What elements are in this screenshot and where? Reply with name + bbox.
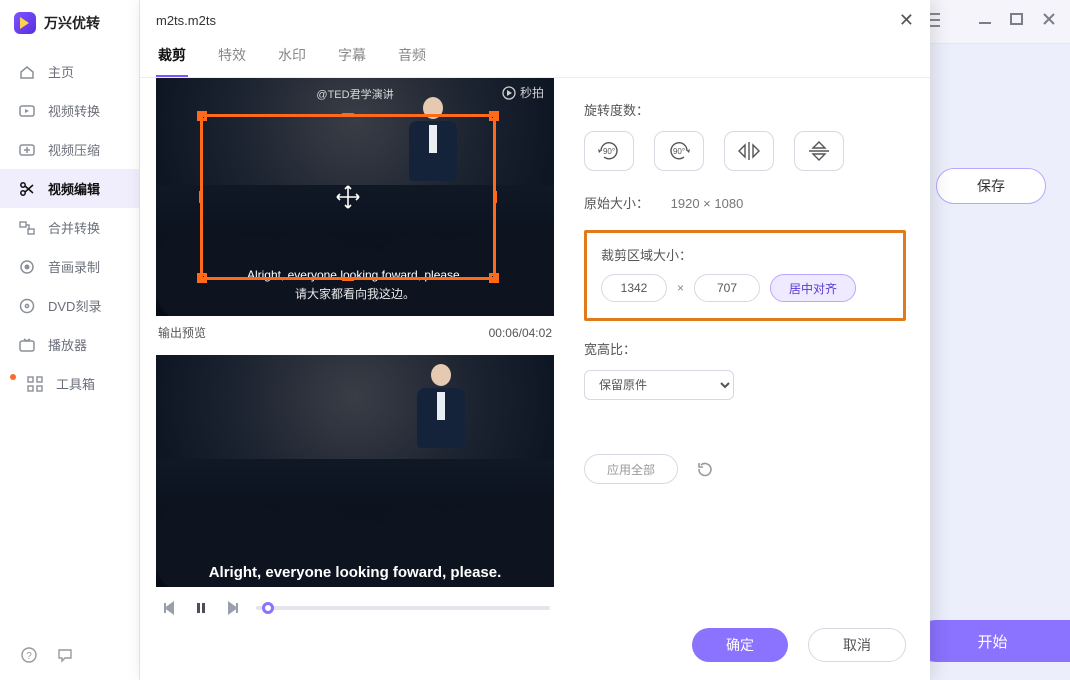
window-controls — [978, 12, 1056, 26]
overlay-subtitle-zh: 请大家都看向我这边。 — [156, 285, 554, 302]
overlay-watermark-left: @TED君学演讲 — [156, 86, 554, 102]
app-logo: 万兴优转 — [0, 0, 139, 52]
center-align-button[interactable]: 居中对齐 — [770, 274, 856, 302]
close-window-icon[interactable] — [1042, 12, 1056, 26]
maximize-icon[interactable] — [1010, 12, 1024, 26]
edit-tabs: 裁剪 特效 水印 字幕 音频 — [140, 31, 930, 78]
sidebar-item-home[interactable]: 主页 — [0, 52, 139, 91]
rotate-ccw-button[interactable]: 90° — [654, 131, 704, 171]
svg-text:90°: 90° — [673, 147, 685, 156]
sidebar-item-label: 工具箱 — [56, 374, 95, 393]
modal-header: m2ts.m2ts ✕ — [140, 0, 930, 31]
aspect-label: 宽高比： — [584, 339, 906, 358]
output-preview-label: 输出预览 — [158, 324, 206, 341]
crop-size-label: 裁剪区域大小： — [601, 245, 889, 264]
output-preview: Alright, everyone looking foward, please… — [156, 355, 554, 587]
close-icon[interactable]: ✕ — [899, 10, 914, 31]
sidebar-item-record[interactable]: 音画录制 — [0, 247, 139, 286]
tv-icon — [18, 336, 36, 354]
modal-footer: 确定 取消 — [692, 628, 906, 662]
app-name: 万兴优转 — [44, 13, 100, 33]
notification-dot-icon — [10, 374, 16, 380]
source-preview[interactable]: @TED君学演讲 秒拍 Alright, everyone looking fo… — [156, 78, 554, 316]
svg-text:?: ? — [26, 651, 32, 662]
sidebar-item-dvd[interactable]: DVD刻录 — [0, 286, 139, 325]
tab-audio[interactable]: 音频 — [396, 39, 428, 77]
crop-height-input[interactable] — [694, 274, 760, 302]
apply-all-button[interactable]: 应用全部 — [584, 454, 678, 484]
sidebar-item-label: 音画录制 — [48, 257, 100, 276]
progress-bar[interactable] — [256, 606, 550, 610]
sidebar-item-compress[interactable]: 视频压缩 — [0, 130, 139, 169]
grid-icon — [26, 375, 44, 393]
reset-icon[interactable] — [696, 460, 714, 478]
record-icon — [18, 258, 36, 276]
sidebar-item-label: 视频转换 — [48, 101, 100, 120]
ok-button[interactable]: 确定 — [692, 628, 788, 662]
rotate-cw-button[interactable]: 90° — [584, 131, 634, 171]
tab-effects[interactable]: 特效 — [216, 39, 248, 77]
save-label: 保存 — [977, 176, 1005, 196]
modal-filename: m2ts.m2ts — [156, 13, 216, 28]
sidebar-item-label: 视频编辑 — [48, 179, 100, 198]
sidebar-item-edit[interactable]: 视频编辑 — [0, 169, 139, 208]
sidebar-item-label: 合并转换 — [48, 218, 100, 237]
prev-frame-button[interactable] — [160, 599, 178, 617]
tab-subtitle[interactable]: 字幕 — [336, 39, 368, 77]
save-button-background[interactable]: 保存 — [936, 168, 1046, 204]
cancel-button[interactable]: 取消 — [808, 628, 906, 662]
compress-icon — [18, 141, 36, 159]
original-size-row: 原始大小： 1920 × 1080 — [584, 193, 906, 212]
merge-icon — [18, 219, 36, 237]
sidebar-item-merge[interactable]: 合并转换 — [0, 208, 139, 247]
tab-watermark[interactable]: 水印 — [276, 39, 308, 77]
home-icon — [18, 63, 36, 81]
crop-size-highlight: 裁剪区域大小： × 居中对齐 — [584, 230, 906, 321]
feedback-icon[interactable] — [56, 646, 74, 664]
overlay-subtitle-en: Alright, everyone looking foward, please… — [156, 564, 554, 581]
flip-horizontal-button[interactable] — [724, 131, 774, 171]
pause-button[interactable] — [192, 599, 210, 617]
sidebar-item-player[interactable]: 播放器 — [0, 325, 139, 364]
start-label: 开始 — [977, 631, 1007, 652]
flip-vertical-button[interactable] — [794, 131, 844, 171]
minimize-icon[interactable] — [978, 12, 992, 26]
progress-knob[interactable] — [262, 602, 274, 614]
scissors-icon — [18, 180, 36, 198]
move-icon — [335, 184, 361, 210]
overlay-watermark-right: 秒拍 — [502, 84, 544, 101]
edit-modal: m2ts.m2ts ✕ 裁剪 特效 水印 字幕 音频 @TED君学演讲 秒拍 A… — [140, 0, 930, 680]
svg-text:90°: 90° — [603, 147, 615, 156]
sidebar-footer: ? — [0, 630, 139, 680]
sidebar-item-label: 主页 — [48, 62, 74, 81]
crop-width-input[interactable] — [601, 274, 667, 302]
times-icon: × — [677, 281, 684, 295]
logo-icon — [14, 12, 36, 34]
crop-rectangle[interactable] — [200, 114, 496, 280]
sidebar-item-label: DVD刻录 — [48, 296, 101, 315]
tab-crop[interactable]: 裁剪 — [156, 39, 188, 77]
original-size-value: 1920 × 1080 — [671, 196, 744, 211]
sidebar-item-toolbox[interactable]: 工具箱 — [0, 364, 139, 403]
next-frame-button[interactable] — [224, 599, 242, 617]
aspect-ratio-select[interactable]: 保留原件 — [584, 370, 734, 400]
sidebar-item-label: 播放器 — [48, 335, 87, 354]
sidebar: 万兴优转 主页 视频转换 视频压缩 视频编辑 合并转换 音画录制 DVD刻录 — [0, 0, 140, 680]
playback-time: 00:06/04:02 — [489, 326, 552, 340]
convert-icon — [18, 102, 36, 120]
start-button-background[interactable]: 开始 — [915, 620, 1070, 662]
sidebar-item-convert[interactable]: 视频转换 — [0, 91, 139, 130]
original-size-label: 原始大小： — [584, 196, 649, 211]
rotate-label: 旋转度数： — [584, 100, 906, 119]
sidebar-item-label: 视频压缩 — [48, 140, 100, 159]
player-controls — [156, 587, 554, 617]
disc-icon — [18, 297, 36, 315]
sidebar-nav: 主页 视频转换 视频压缩 视频编辑 合并转换 音画录制 DVD刻录 播放器 — [0, 52, 139, 403]
help-icon[interactable]: ? — [20, 646, 38, 664]
